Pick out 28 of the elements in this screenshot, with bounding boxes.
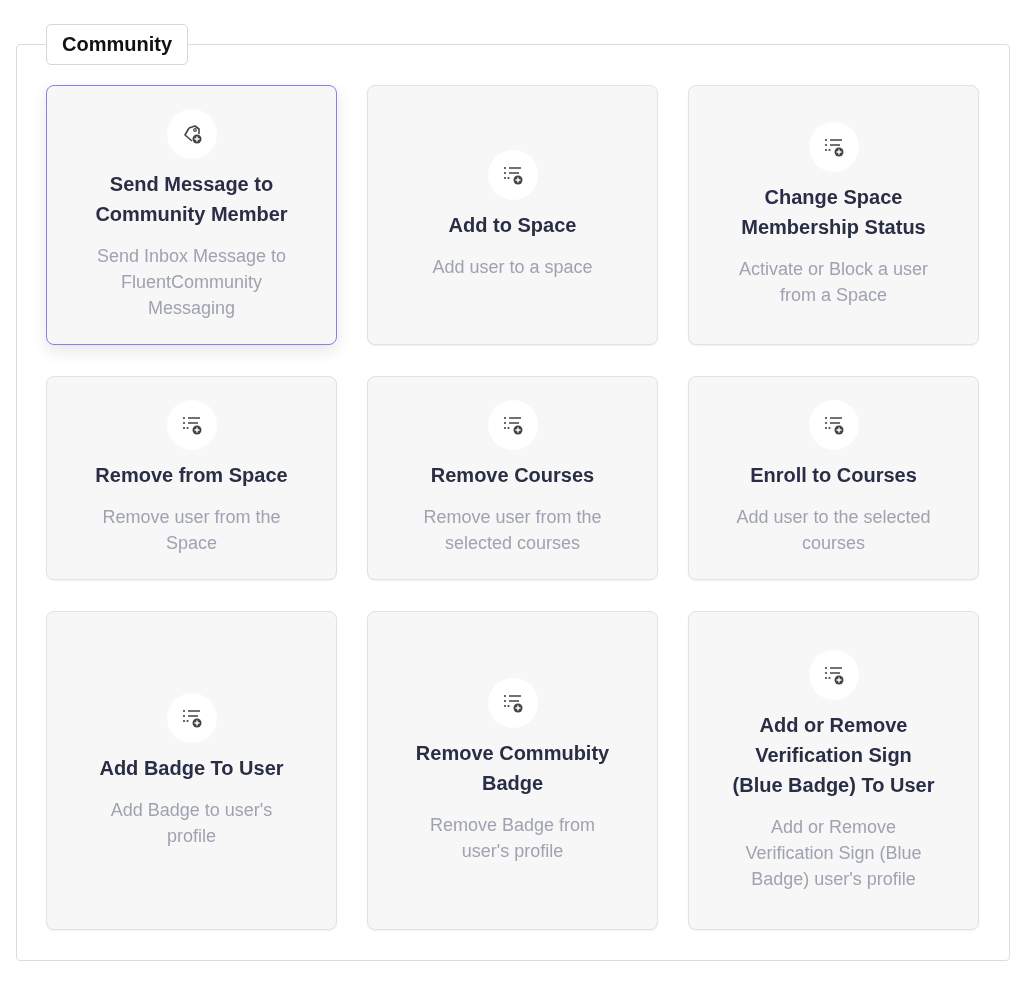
card-description: Add or Remove Verification Sign (Blue Badge) user's profile — [744, 815, 923, 891]
card-description: Add user to the selected courses — [735, 506, 932, 555]
card-title: Add Badge To User — [99, 755, 284, 781]
action-card[interactable]: Change Space Membership Status Activate or Block a user from a Space — [688, 85, 979, 345]
card-description: Remove user from the selected courses — [422, 506, 603, 555]
action-card[interactable]: Remove Courses Remove user from the selected courses — [367, 376, 658, 580]
card-title: Add to Space — [448, 213, 577, 238]
card-description: Add Badge to user's profile — [109, 798, 274, 848]
card-title: Remove Courses — [430, 463, 595, 488]
action-card[interactable]: Send Message to Community Member Send Inbox Message to FluentCommunity Messaging — [46, 85, 337, 345]
card-description: Remove Badge from user's profile — [428, 813, 597, 863]
card-title: Change Space Membership Status — [740, 185, 927, 240]
action-card[interactable]: Remove from Space Remove user from the Space — [46, 376, 337, 580]
action-card[interactable]: Add or Remove Verification Sign (Blue Badge) To User Add or Remove Verification Sign (Blue Badge) user's profile — [688, 611, 979, 930]
action-card[interactable]: Add Badge To User Add Badge to user's profile — [46, 611, 337, 930]
card-title: Add or Remove Verification Sign (Blue Badge) To User — [731, 712, 936, 798]
card-title: Remove Commubity Badge — [414, 740, 611, 796]
card-title: Remove from Space — [95, 463, 288, 488]
card-description: Add user to a space — [432, 256, 593, 279]
card-description: Activate or Block a user from a Space — [737, 258, 930, 307]
card-title: Send Message to Community Member — [94, 172, 289, 227]
card-title: Enroll to Courses — [750, 463, 917, 488]
action-card[interactable]: Remove Commubity Badge Remove Badge from user's profile — [367, 611, 658, 930]
action-card[interactable]: Add to Space Add user to a space — [367, 85, 658, 345]
card-description: Remove user from the Space — [101, 506, 282, 555]
section-title: Community — [46, 24, 188, 65]
card-description: Send Inbox Message to FluentCommunity Messaging — [95, 245, 288, 320]
action-card[interactable]: Enroll to Courses Add user to the selected courses — [688, 376, 979, 580]
